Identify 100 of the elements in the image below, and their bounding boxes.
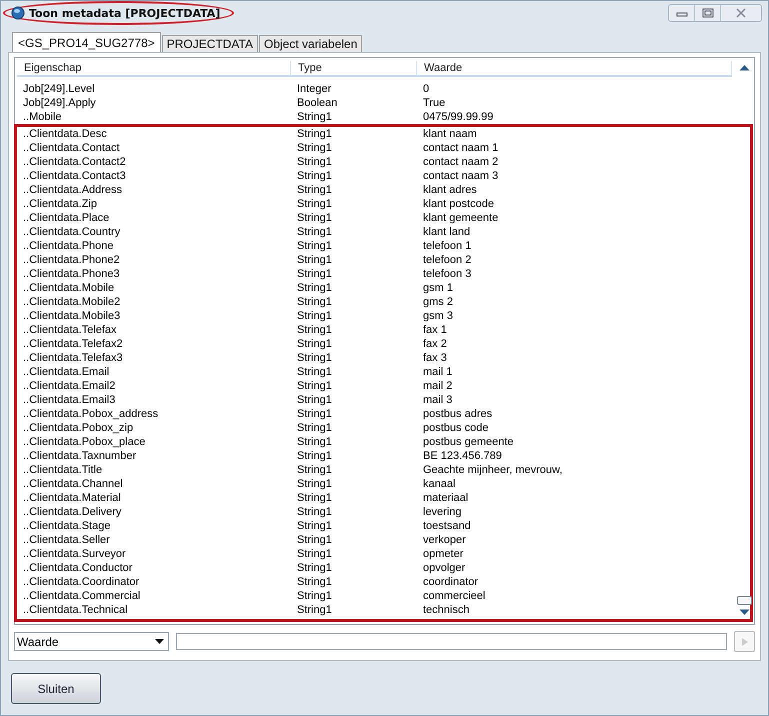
table-cell-text: ..Clientdata.Pobox_address xyxy=(22,407,160,421)
table-cell-text: String1 xyxy=(296,239,333,253)
table-cell-text: telefoon 2 xyxy=(422,253,472,267)
table-cell-text: contact naam 3 xyxy=(422,169,498,183)
table-cell-text: String1 xyxy=(296,407,333,421)
table-cell-text: contact naam 2 xyxy=(422,155,498,169)
column-header[interactable]: Type xyxy=(291,61,417,75)
table-cell-text: String1 xyxy=(296,365,333,379)
tab[interactable]: PROJECTDATA xyxy=(162,35,258,52)
table-cell-text: ..Clientdata.Address xyxy=(22,183,124,197)
table-cell-text: ..Clientdata.Material xyxy=(22,491,122,505)
table-cell-text: ..Clientdata.Commercial xyxy=(22,589,142,603)
table-cell-text: Boolean xyxy=(296,96,338,110)
globe-icon xyxy=(11,6,25,20)
table-cell-text: String1 xyxy=(296,589,333,603)
table-cell-text: ..Clientdata.Desc xyxy=(22,127,108,141)
table-cell-text: String1 xyxy=(296,197,333,211)
table-cell-text: ..Clientdata.Surveyor xyxy=(22,547,127,561)
tab[interactable]: <GS_PRO14_SUG2778> xyxy=(12,32,161,52)
table-cell-text: ..Clientdata.Email2 xyxy=(22,379,116,393)
table-cell-text: ..Clientdata.Delivery xyxy=(22,505,122,519)
table-cell-text: String1 xyxy=(296,519,333,533)
table-cell-text: toestsand xyxy=(422,519,471,533)
table-cell-text: fax 1 xyxy=(422,323,447,337)
table-cell-text: ..Clientdata.Phone3 xyxy=(22,267,121,281)
close-button[interactable] xyxy=(721,5,761,21)
play-icon xyxy=(742,638,748,646)
table-cell-text: String1 xyxy=(296,281,333,295)
table-cell-text: String1 xyxy=(296,267,333,281)
table-cell-text: ..Clientdata.Mobile xyxy=(22,281,116,295)
table-cell-text: ..Clientdata.Phone2 xyxy=(22,253,121,267)
table-cell-text: telefoon 1 xyxy=(422,239,472,253)
table-cell-text: ..Clientdata.Conductor xyxy=(22,561,134,575)
minimize-button[interactable] xyxy=(669,5,695,21)
table-cell-text: String1 xyxy=(296,225,333,239)
scroll-down-icon[interactable] xyxy=(738,609,750,616)
table-cell-text: ..Clientdata.Technical xyxy=(22,603,129,617)
table-cell-text: gsm 3 xyxy=(422,309,453,323)
table-cell-text: levering xyxy=(422,505,462,519)
table-cell-text: ..Clientdata.Email3 xyxy=(22,393,116,407)
scroll-thumb[interactable] xyxy=(736,596,752,605)
table-cell-text: String1 xyxy=(296,491,333,505)
maximize-button[interactable] xyxy=(695,5,721,21)
table-cell-text: ..Clientdata.Zip xyxy=(22,197,98,211)
table-cell-text: fax 2 xyxy=(422,337,447,351)
table-cell-text: ..Clientdata.Coordinator xyxy=(22,575,140,589)
table-cell-text: String1 xyxy=(296,603,333,617)
table-cell-text: String1 xyxy=(296,421,333,435)
table-cell-text: klant naam xyxy=(422,127,477,141)
column-header[interactable]: Waarde xyxy=(417,61,732,75)
table-cell-text: True xyxy=(422,96,446,110)
table-cell-text: materiaal xyxy=(422,491,468,505)
table-cell-text: ..Clientdata.Telefax xyxy=(22,323,118,337)
table-cell-text: String1 xyxy=(296,463,333,477)
table-cell-text: String1 xyxy=(296,393,333,407)
table-cell-text: ..Clientdata.Pobox_place xyxy=(22,435,146,449)
table-cell-text: String1 xyxy=(296,141,333,155)
column-header[interactable]: Eigenschap xyxy=(17,61,291,75)
table-cell-text: BE 123.456.789 xyxy=(422,449,502,463)
table-cell-text: String1 xyxy=(296,561,333,575)
table-cell-text: String1 xyxy=(296,127,333,141)
maximize-icon xyxy=(702,8,714,18)
table-cell-text: klant adres xyxy=(422,183,477,197)
table-cell-text: 0475/99.99.99 xyxy=(422,110,494,124)
table-cell-text: ..Clientdata.Channel xyxy=(22,477,124,491)
table-cell-text: ..Clientdata.Telefax3 xyxy=(22,351,124,365)
table-cell-text: opvolger xyxy=(422,561,466,575)
table-cell-text: ..Clientdata.Contact2 xyxy=(22,155,127,169)
table-cell-text: contact naam 1 xyxy=(422,141,498,155)
table-cell-text: String1 xyxy=(296,183,333,197)
value-field[interactable] xyxy=(176,633,727,650)
table-cell-text: gsm 1 xyxy=(422,281,453,295)
table-cell-text: String1 xyxy=(296,505,333,519)
table-cell-text: opmeter xyxy=(422,547,464,561)
dropdown-value: Waarde xyxy=(17,634,59,648)
table-cell-text: kanaal xyxy=(422,477,456,491)
table-cell-text: ..Clientdata.Contact xyxy=(22,141,121,155)
table-cell-text: String1 xyxy=(296,323,333,337)
table-cell-text: String1 xyxy=(296,435,333,449)
window-title: Toon metadata [PROJECTDATA] xyxy=(29,6,220,20)
table-cell-text: ..Clientdata.Country xyxy=(22,225,122,239)
table-cell-text: postbus adres xyxy=(422,407,492,421)
scroll-up-icon[interactable] xyxy=(738,64,750,71)
table-cell-text: Job[249].Apply xyxy=(22,96,97,110)
tab[interactable]: Object variabelen xyxy=(259,35,362,52)
table-cell-text: String1 xyxy=(296,449,333,463)
table-cell-text: coordinator xyxy=(422,575,478,589)
table-cell-text: ..Clientdata.Mobile3 xyxy=(22,309,122,323)
table-cell-text: String1 xyxy=(296,477,333,491)
table-cell-text: String1 xyxy=(296,110,333,124)
dropdown-icon xyxy=(155,639,164,644)
column-dropdown[interactable]: Waarde xyxy=(14,632,169,651)
table-cell-text: String1 xyxy=(296,533,333,547)
table-cell-text: String1 xyxy=(296,547,333,561)
table-cell-text: ..Clientdata.Telefax2 xyxy=(22,337,124,351)
table-cell-text: String1 xyxy=(296,253,333,267)
table-cell-text: Job[249].Level xyxy=(22,82,96,96)
close-dialog-button[interactable]: Sluiten xyxy=(11,673,101,704)
table-cell-text: ..Clientdata.Seller xyxy=(22,533,111,547)
table-cell-text: Integer xyxy=(296,82,332,96)
